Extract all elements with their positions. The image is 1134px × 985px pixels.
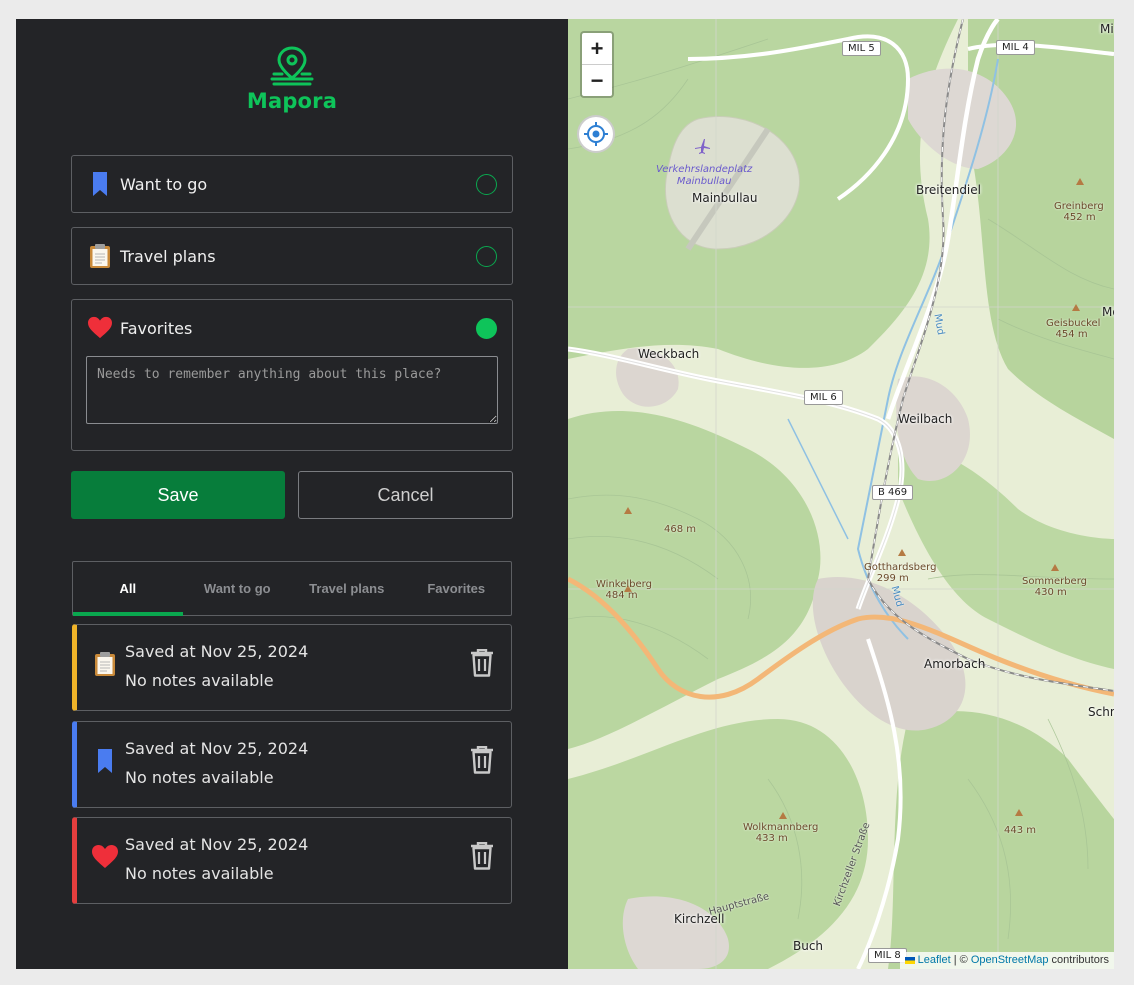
saved-item[interactable]: Saved at Nov 25, 2024 No notes available [72, 624, 512, 711]
option-travel-plans[interactable]: Travel plans [71, 227, 513, 285]
option-label: Want to go [120, 174, 208, 194]
bookmark-icon [88, 172, 112, 196]
attribution-suffix: contributors [1048, 954, 1109, 966]
place-label: Breitendiel [916, 183, 981, 197]
airfield-label: Verkehrslandeplatz Mainbullau [656, 164, 753, 187]
trash-icon[interactable] [470, 649, 494, 677]
option-label: Travel plans [120, 246, 216, 266]
saved-item[interactable]: Saved at Nov 25, 2024 No notes available [72, 721, 512, 808]
peak-label: 468 m [664, 524, 697, 535]
road-label: B 469 [872, 485, 914, 500]
road-label: MIL 4 [996, 40, 1035, 55]
saved-date: Saved at Nov 25, 2024 [125, 835, 309, 854]
place-label: Mi [1100, 22, 1114, 36]
peak-label: Sommerberg 430 m [1022, 576, 1087, 598]
option-radio[interactable] [476, 245, 497, 267]
road-label: MIL 6 [804, 390, 843, 405]
clipboard-icon [92, 651, 118, 677]
saved-date: Saved at Nov 25, 2024 [125, 739, 309, 758]
app-name: Mapora [246, 89, 338, 113]
map-attribution: Leaflet | © OpenStreetMap contributors [899, 952, 1114, 969]
saved-notes: No notes available [125, 671, 274, 690]
peak-label: 443 m [1004, 825, 1037, 836]
saved-item[interactable]: Saved at Nov 25, 2024 No notes available [72, 817, 512, 904]
osm-link[interactable]: OpenStreetMap [971, 954, 1049, 966]
place-label: Amorbach [924, 657, 986, 671]
leaflet-link[interactable]: Leaflet [918, 954, 951, 966]
zoom-out-button[interactable]: − [582, 65, 612, 97]
option-radio[interactable] [476, 173, 497, 195]
notes-textarea[interactable] [86, 356, 498, 424]
place-label: Buch [793, 939, 824, 953]
peak-label: Geisbuckel 454 m [1046, 318, 1101, 340]
peak-label: Gotthardsberg 299 m [864, 562, 937, 584]
road-label: MIL 5 [842, 41, 881, 56]
attribution-separator: | © [950, 954, 971, 966]
option-radio-selected[interactable] [476, 317, 497, 339]
place-label: Schn [1088, 705, 1114, 719]
peak-label: Winkelberg 484 m [596, 579, 652, 601]
heart-icon [88, 316, 112, 340]
crosshair-icon [584, 122, 608, 146]
ukraine-flag-icon [904, 956, 915, 964]
tab-want-to-go[interactable]: Want to go [183, 562, 293, 615]
place-label: Mo [1102, 305, 1114, 319]
zoom-control: + − [580, 31, 614, 98]
logo: Mapora [16, 45, 568, 113]
option-want-to-go[interactable]: Want to go [71, 155, 513, 213]
sidebar: Mapora Want to go Travel plans Favorites… [16, 19, 568, 969]
place-label: Weilbach [898, 412, 953, 426]
option-favorites[interactable]: Favorites [71, 299, 513, 451]
app-root: Mapora Want to go Travel plans Favorites… [16, 19, 1114, 969]
clipboard-icon [88, 244, 112, 268]
saved-notes: No notes available [125, 768, 274, 787]
saved-date: Saved at Nov 25, 2024 [125, 642, 309, 661]
tab-travel-plans[interactable]: Travel plans [292, 562, 402, 615]
bookmark-icon [92, 748, 118, 774]
cancel-button[interactable]: Cancel [298, 471, 513, 519]
save-button[interactable]: Save [71, 471, 285, 519]
locate-button[interactable] [577, 115, 615, 153]
tab-favorites[interactable]: Favorites [402, 562, 512, 615]
place-label: Weckbach [638, 347, 700, 361]
peak-label: Wolkmannberg 433 m [743, 822, 819, 844]
option-label: Favorites [120, 318, 193, 338]
place-label: Mainbullau [692, 191, 758, 205]
tab-all[interactable]: All [73, 562, 183, 616]
filter-tabs: All Want to go Travel plans Favorites [72, 561, 512, 616]
saved-notes: No notes available [125, 864, 274, 883]
map-view[interactable]: Verkehrslandeplatz Mainbullau Mainbullau … [568, 19, 1114, 969]
heart-icon [92, 844, 118, 870]
zoom-in-button[interactable]: + [582, 33, 612, 65]
trash-icon[interactable] [470, 746, 494, 774]
trash-icon[interactable] [470, 842, 494, 870]
peak-label: Greinberg 452 m [1054, 201, 1104, 223]
map-pin-logo-icon [270, 46, 314, 86]
